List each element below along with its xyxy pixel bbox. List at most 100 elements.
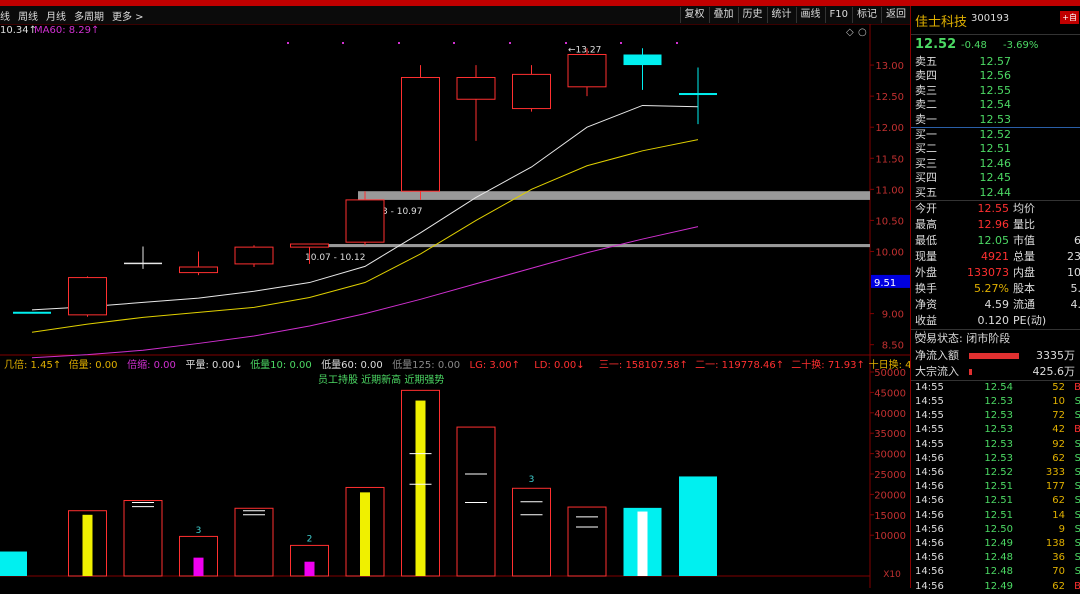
volume-bar [567, 506, 607, 577]
period-tab[interactable]: 更多 > [112, 8, 144, 23]
chart-toolbar: 线周线 月线 多周期 更多 > 复权 叠加 历史 统计 画线 F10 标记 返回 [0, 6, 910, 25]
volume-axis-label: 25000 [874, 470, 906, 481]
tick-direction: S [1074, 509, 1080, 521]
quote-label: 买四 [915, 171, 937, 185]
candle-body [345, 199, 385, 243]
toolbar-button[interactable]: 统计 [766, 7, 796, 23]
stat-value: 12.05 [977, 233, 1010, 247]
period-tab[interactable]: 线 [0, 8, 10, 23]
tick-row: 14:55 12.54 52 B [911, 381, 1080, 395]
stat-label: 现量 [915, 249, 937, 263]
quote-label: 买三 [915, 156, 937, 170]
candle-body [512, 73, 551, 110]
candle-body [68, 277, 107, 316]
stat-label: 外盘 [915, 265, 937, 279]
volume-axis-label: 30000 [874, 450, 906, 461]
tick-volume: 138 [1045, 537, 1065, 549]
tick-time: 14:55 [915, 396, 944, 408]
volume-inner-bar [637, 511, 648, 576]
tick-row: 14:55 12.53 72 S [911, 409, 1080, 423]
sell-row: 卖一 12.53 [911, 113, 1080, 127]
indicator-legend-item: 二十换: 71.93↑ [791, 358, 865, 371]
ma-legend-prefix: 10.34↑ [0, 25, 37, 36]
quote-price: 12.57 [979, 55, 1012, 68]
volume-count-mark: 3 [196, 526, 202, 536]
toolbar-button[interactable]: 标记 [852, 7, 881, 23]
diamond-icon: ◇ [846, 27, 854, 38]
price-zone-band [358, 191, 870, 200]
stat-row: 净资 4.59 流通 4. [911, 297, 1080, 313]
add-to-watchlist-button[interactable]: +自 [1060, 11, 1079, 24]
volume-inner-bar [415, 400, 426, 576]
indicator-legend-item: LG: 3.00↑ [470, 360, 521, 371]
volume-axis-label: 20000 [874, 490, 906, 501]
kline-chart-area[interactable]: 13.00 12.50 12.00 11.50 11.00 10.50 10.00 9.51 9… [0, 24, 942, 588]
tick-volume: 70 [1052, 566, 1065, 578]
tick-volume: 9 [1058, 523, 1065, 535]
stock-code: 300193 [971, 13, 1010, 24]
period-tab[interactable]: 多周期 [74, 8, 104, 23]
tick-price: 12.53 [984, 410, 1013, 422]
volume-inner-bar [193, 557, 204, 576]
volume-bar [679, 476, 717, 576]
period-tab[interactable]: 月线 [46, 8, 66, 23]
tick-volume: 62 [1052, 580, 1065, 592]
tick-list[interactable]: 14:55 12.54 52 B 14:55 12.53 10 S 14:55 12.53 72 S 1… [911, 381, 1080, 594]
sell-row: 卖二 12.54 [911, 98, 1080, 112]
stat-row: 最低 12.05 市值 6 [911, 233, 1080, 249]
indicator-legend-item: 平量: 0.00↓ [186, 359, 243, 371]
tick-time: 14:55 [915, 424, 944, 436]
tick-price: 12.53 [984, 396, 1013, 408]
tick-price: 12.52 [984, 467, 1013, 479]
stat-value [1047, 217, 1080, 233]
stat-value: 4921 [981, 249, 1009, 263]
indicator-legend-item: LD: 0.00↓ [534, 360, 584, 371]
stat-row: 换手 5.27% 股本 5. [911, 281, 1080, 297]
stat-label: PE(动) [1013, 313, 1047, 327]
price-axis-label: 11.50 [875, 154, 904, 165]
sell-row: 卖三 12.55 [911, 84, 1080, 98]
price-change: -0.48 [961, 40, 987, 51]
period-tab[interactable]: 周线 [18, 8, 38, 23]
indicator-legend-item: 低量125: 0.00 [392, 358, 460, 371]
tick-row: 14:56 12.51 177 S [911, 480, 1080, 494]
buy-row: 买四 12.45 [911, 171, 1080, 185]
tick-direction: S [1074, 481, 1080, 493]
toolbar-button[interactable]: 历史 [737, 7, 767, 23]
indicator-legend-item: 倍量: 0.00 [69, 358, 118, 371]
quote-label: 卖四 [915, 69, 937, 83]
tick-price: 12.51 [984, 495, 1013, 507]
tick-volume: 72 [1052, 410, 1065, 422]
toolbar-button[interactable]: 复权 [679, 7, 709, 23]
stat-row: 最高 12.96 量比 [911, 217, 1080, 233]
buy-row: 买三 12.46 [911, 157, 1080, 171]
tick-volume: 333 [1045, 467, 1065, 479]
stat-label: 流通 [1013, 297, 1035, 311]
quote-price: 12.54 [979, 98, 1012, 112]
volume-inner-bar [304, 561, 315, 576]
tick-time: 14:56 [915, 537, 944, 549]
stat-label: 最低 [915, 233, 937, 247]
toolbar-button[interactable]: F10 [824, 7, 852, 23]
tick-direction: S [1074, 438, 1080, 450]
volume-bar [123, 500, 163, 577]
circle-icon: ○ [858, 27, 867, 38]
tick-row: 14:56 12.51 14 S [911, 509, 1080, 523]
tick-time: 14:56 [915, 566, 944, 578]
buy-row: 买五 12.44 [911, 186, 1080, 200]
stat-label: 市值 [1013, 233, 1035, 247]
price-axis-label: 10.00 [875, 247, 904, 258]
tick-price: 12.51 [984, 481, 1013, 493]
volume-axis-label: 45000 [874, 388, 906, 399]
toolbar-button[interactable]: 叠加 [708, 7, 738, 23]
toolbar-button[interactable]: 返回 [881, 7, 910, 23]
price-axis-label: 10.50 [875, 216, 904, 227]
kline-chart-svg[interactable]: 13.00 12.50 12.00 11.50 11.00 10.50 10.00 9.51 9… [0, 24, 942, 588]
stat-label: 股本 [1013, 281, 1035, 295]
stock-name: 佳士科技 [915, 15, 968, 30]
signal-dot [287, 42, 289, 44]
flow-value: 425.6万 [1032, 364, 1076, 378]
price-axis-label: 9.51 [874, 278, 896, 289]
candle-body [13, 311, 51, 314]
toolbar-button[interactable]: 画线 [795, 7, 825, 23]
